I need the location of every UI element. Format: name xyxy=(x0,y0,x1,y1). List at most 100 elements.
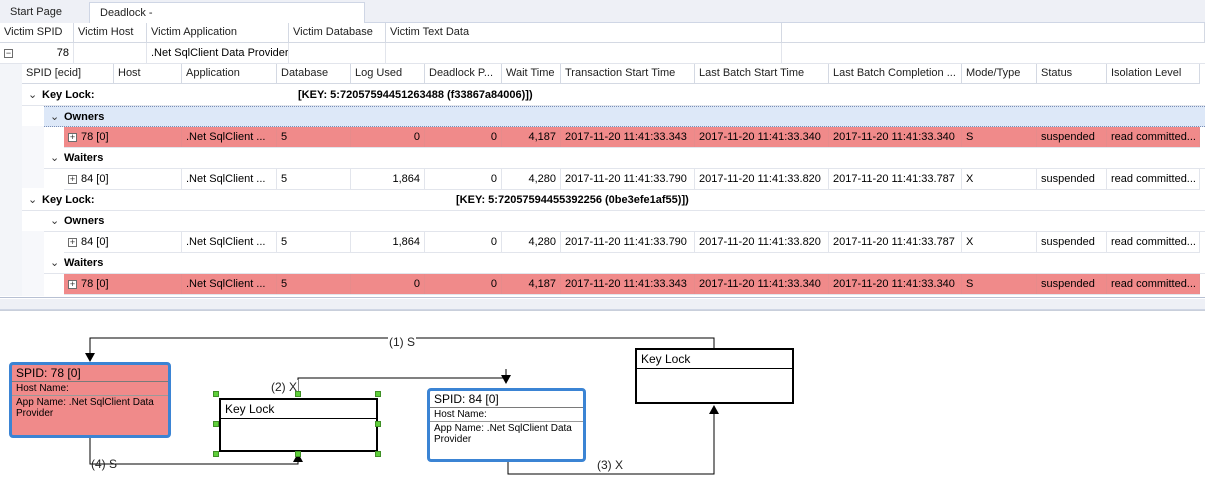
owners-row-1[interactable]: ⌄ Owners xyxy=(44,106,1205,127)
tab-start-page[interactable]: Start Page xyxy=(0,2,90,23)
chevron-down-icon[interactable]: ⌄ xyxy=(50,211,64,232)
group-key-lock-2[interactable]: ⌄ Key Lock: [KEY: 5:72057594455392256 (0b… xyxy=(22,190,1205,211)
owners-row-2[interactable]: ⌄ Owners xyxy=(44,211,1205,232)
chevron-down-icon[interactable]: ⌄ xyxy=(28,85,42,106)
expand-icon[interactable]: + xyxy=(68,132,77,142)
victim-spid-header[interactable]: Victim SPID xyxy=(0,23,74,43)
victim-application-header[interactable]: Victim Application xyxy=(147,23,289,43)
tab-deadlock-file[interactable]: Deadlock - C:\Users\zo...ohad\deadlock_x… xyxy=(89,2,365,40)
expand-icon[interactable]: + xyxy=(68,237,77,247)
pane-splitter[interactable] xyxy=(0,299,1205,310)
chevron-down-icon[interactable]: ⌄ xyxy=(50,148,64,169)
table-row[interactable]: +84 [0] .Net SqlClient ... 5 1,864 0 4,2… xyxy=(64,169,1200,190)
mode-cell: S xyxy=(962,127,1037,147)
expand-icon[interactable]: + xyxy=(68,279,77,289)
col-mode-type[interactable]: Mode/Type xyxy=(962,64,1037,84)
spid-value: 84 [0] xyxy=(81,236,109,248)
chevron-down-icon[interactable]: ⌄ xyxy=(50,253,64,274)
col-last-batch-start[interactable]: Last Batch Start Time xyxy=(695,64,829,84)
mode-cell: X xyxy=(962,232,1037,252)
victim-host-header[interactable]: Victim Host xyxy=(74,23,147,43)
mode-cell: X xyxy=(962,169,1037,189)
app-cell: .Net SqlClient ... xyxy=(182,127,277,147)
node-title: Key Lock xyxy=(637,350,792,369)
spid-value: 84 [0] xyxy=(81,173,109,185)
tstart-cell: 2017-11-20 11:41:33.790 xyxy=(561,169,695,189)
resize-handle[interactable] xyxy=(295,391,301,397)
group-key-lock-1[interactable]: ⌄ Key Lock: [KEY: 5:72057594451263488 (f3… xyxy=(22,85,1205,106)
arrow-head-icon xyxy=(709,405,719,414)
iso-cell: read committed... xyxy=(1107,169,1200,189)
bstart-cell: 2017-11-20 11:41:33.820 xyxy=(695,169,829,189)
indent-gutter-inner-1 xyxy=(22,126,44,188)
resize-handle[interactable] xyxy=(375,421,381,427)
col-transaction-start[interactable]: Transaction Start Time xyxy=(561,64,695,84)
tstart-cell: 2017-11-20 11:41:33.343 xyxy=(561,127,695,147)
deadlock-grid: Victim SPID Victim Host Victim Applicati… xyxy=(0,23,1205,298)
victim-database-header[interactable]: Victim Database xyxy=(289,23,386,43)
process-title: SPID: 78 [0] xyxy=(12,365,168,382)
process-node-78[interactable]: SPID: 78 [0] Host Name: App Name: .Net S… xyxy=(9,362,171,438)
indent-gutter xyxy=(0,64,22,296)
log-cell: 0 xyxy=(351,274,425,294)
db-cell: 5 xyxy=(277,232,351,252)
resize-handle[interactable] xyxy=(213,421,219,427)
arrow-head-icon xyxy=(501,375,511,384)
spid-value: 78 [0] xyxy=(81,278,109,290)
resize-handle[interactable] xyxy=(375,391,381,397)
table-row[interactable]: +84 [0] .Net SqlClient ... 5 1,864 0 4,2… xyxy=(64,232,1200,253)
db-cell: 5 xyxy=(277,169,351,189)
process-host: Host Name: xyxy=(12,382,168,396)
document-tab-bar: Start Page Deadlock - C:\Users\zo...ohad… xyxy=(0,0,1205,40)
collapse-icon[interactable]: − xyxy=(4,48,13,58)
victim-text-data-header[interactable]: Victim Text Data xyxy=(386,23,782,43)
col-log-used[interactable]: Log Used xyxy=(351,64,425,84)
app-cell: .Net SqlClient ... xyxy=(182,232,277,252)
table-row[interactable]: +78 [0] .Net SqlClient ... 5 0 0 4,187 2… xyxy=(64,274,1200,295)
status-cell: suspended xyxy=(1037,169,1107,189)
victim-text-cell xyxy=(386,43,782,63)
resize-handle[interactable] xyxy=(295,451,301,457)
col-deadlock-priority[interactable]: Deadlock P... xyxy=(425,64,502,84)
victim-row[interactable]: − 78 .Net SqlClient Data Provider xyxy=(0,43,1205,64)
victim-application-cell: .Net SqlClient Data Provider xyxy=(147,43,289,63)
owners-label: Owners xyxy=(64,215,105,227)
chevron-down-icon[interactable]: ⌄ xyxy=(50,107,64,128)
col-spid-ecid[interactable]: SPID [ecid] xyxy=(22,64,114,84)
col-application[interactable]: Application xyxy=(182,64,277,84)
bcomp-cell: 2017-11-20 11:41:33.340 xyxy=(829,127,962,147)
victim-spid-cell: − 78 xyxy=(0,43,74,63)
wait-cell: 4,187 xyxy=(502,274,561,294)
iso-cell: read committed... xyxy=(1107,232,1200,252)
col-status[interactable]: Status xyxy=(1037,64,1107,84)
wait-cell: 4,280 xyxy=(502,169,561,189)
bcomp-cell: 2017-11-20 11:41:33.340 xyxy=(829,274,962,294)
table-row[interactable]: +78 [0] .Net SqlClient ... 5 0 0 4,187 2… xyxy=(64,127,1200,148)
tstart-cell: 2017-11-20 11:41:33.343 xyxy=(561,274,695,294)
resize-handle[interactable] xyxy=(213,451,219,457)
col-host[interactable]: Host xyxy=(114,64,182,84)
waiters-label: Waiters xyxy=(64,152,104,164)
col-wait-time[interactable]: Wait Time xyxy=(502,64,561,84)
col-last-batch-completion[interactable]: Last Batch Completion ... xyxy=(829,64,962,84)
prio-cell: 0 xyxy=(425,169,502,189)
process-node-84[interactable]: SPID: 84 [0] Host Name: App Name: .Net S… xyxy=(427,388,586,462)
chevron-down-icon[interactable]: ⌄ xyxy=(28,190,42,211)
log-cell: 1,864 xyxy=(351,169,425,189)
bstart-cell: 2017-11-20 11:41:33.340 xyxy=(695,274,829,294)
spid-value: 78 [0] xyxy=(81,131,109,143)
col-database[interactable]: Database xyxy=(277,64,351,84)
waiters-row-1[interactable]: ⌄ Waiters xyxy=(44,148,1205,169)
resize-handle[interactable] xyxy=(375,451,381,457)
col-isolation-level[interactable]: Isolation Level xyxy=(1107,64,1200,84)
key-lock-node-a[interactable]: Key Lock xyxy=(219,398,378,452)
key-lock-node-b[interactable]: Key Lock xyxy=(635,348,794,404)
expand-icon[interactable]: + xyxy=(68,174,77,184)
resize-handle[interactable] xyxy=(213,391,219,397)
group-key: [KEY: 5:72057594451263488 (f33867a84006)… xyxy=(298,89,533,101)
db-cell: 5 xyxy=(277,127,351,147)
victim-spid-value: 78 xyxy=(56,47,69,59)
waiters-row-2[interactable]: ⌄ Waiters xyxy=(44,253,1205,274)
bcomp-cell: 2017-11-20 11:41:33.787 xyxy=(829,169,962,189)
edge-label-4: (4) S xyxy=(91,457,118,471)
